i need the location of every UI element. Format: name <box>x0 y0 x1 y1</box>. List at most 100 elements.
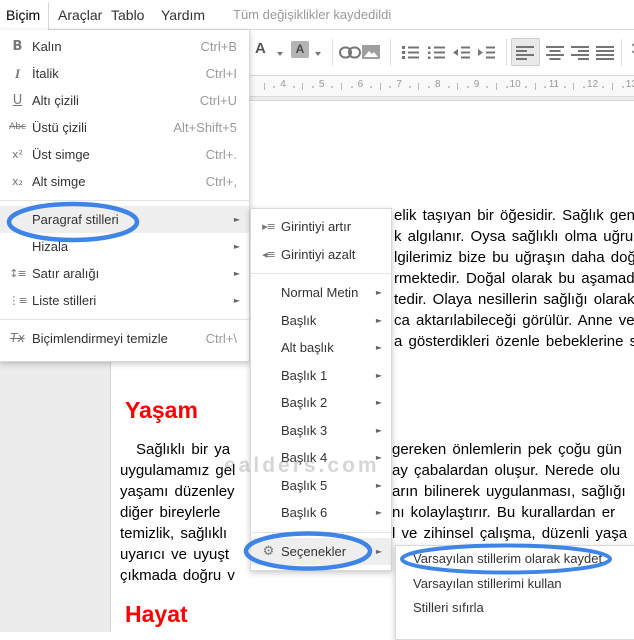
menu-item-i-talik[interactable]: I İtalik Ctrl+I <box>0 60 249 87</box>
document-line: lgilerimiz bize bu uğraşın daha doğru <box>394 249 634 266</box>
menu-item-ba-l-k-6[interactable]: Başlık 6 ► <box>251 499 391 527</box>
highlight-color-button[interactable]: A <box>291 41 309 58</box>
menu-item-ba-l-k-2[interactable]: Başlık 2 ► <box>251 389 391 417</box>
ruler-tick <box>312 86 314 88</box>
menu-yardim[interactable]: Yardım <box>161 0 205 30</box>
menu-separator <box>251 273 391 274</box>
document-line: k algılanır. Oysa sağlıklı olma uğrund <box>394 228 634 245</box>
submenu-arrow-icon: ► <box>375 343 382 352</box>
ruler-number: 11 <box>548 79 560 90</box>
document-line: ay çabalardan oluşur. Nerede olu <box>392 462 621 479</box>
bulleted-list-button[interactable] <box>427 45 445 65</box>
menu-item-hizala[interactable]: Hizala ► <box>0 233 249 260</box>
link-icon <box>339 46 361 59</box>
menu-bicim[interactable]: Biçim <box>6 0 40 30</box>
ruler-tick <box>370 86 373 88</box>
ruler-number: 12 <box>587 79 599 90</box>
menu-item-alt-simge[interactable]: x₂ Alt simge Ctrl+, <box>0 168 249 195</box>
list-styles-icon: ⋮≡ <box>8 294 27 307</box>
bold-icon: B <box>12 39 23 54</box>
menu-separator <box>0 319 249 320</box>
menu-item-label: İtalik <box>32 66 59 81</box>
submenu-arrow-icon: ► <box>375 398 382 407</box>
ruler-tick <box>544 86 547 88</box>
ruler-tick <box>447 86 450 88</box>
justify-icon <box>596 46 614 60</box>
submenu-arrow-icon: ► <box>375 315 382 325</box>
menu-item-normal-metin[interactable]: Normal Metin ► <box>251 279 391 307</box>
menu-item-varsay-lan-stillerimi-kullan[interactable]: Varsayılan stillerimi kullan <box>396 572 634 597</box>
menu-item-st-izili[interactable]: Abc Üstü çizili Alt+Shift+5 <box>0 114 249 141</box>
decrease-indent-button[interactable] <box>452 45 470 65</box>
menu-item-label: Normal Metin <box>281 285 359 300</box>
menu-item-label: Satır aralığı <box>32 266 100 281</box>
menu-item-label: Girintiyi azalt <box>281 246 356 262</box>
ruler-tick <box>505 86 508 88</box>
ruler-tick <box>292 86 295 88</box>
justify-button[interactable] <box>596 45 614 65</box>
menu-item-varsay-lan-stillerim-olarak-kaydet[interactable]: Varsayılan stillerim olarak kaydet <box>396 547 634 572</box>
ruler-tick <box>263 83 265 90</box>
menu-item-bi-imlendirmeyi-temizle[interactable]: Tx Biçimlendirmeyi temizle Ctrl+\ <box>0 325 249 352</box>
submenu-arrow-icon: ► <box>375 453 382 462</box>
underline-icon: U <box>12 93 23 108</box>
document-paragraph-2-right: gereken önlemlerin pek çoğu gün ay çabala… <box>392 439 634 544</box>
menu-item-sat-r-aral[interactable]: ↕≡ Satır aralığı ► <box>0 260 249 287</box>
menu-item-ba-l-k-5[interactable]: Başlık 5 ► <box>251 472 391 500</box>
gear-icon: ⚙ <box>262 543 275 559</box>
document-paragraph-1: elik taşıyan bir öğesidir. Sağlık gene k … <box>394 205 634 352</box>
menu-item-label: Varsayılan stillerim olarak kaydet <box>413 551 603 566</box>
menu-item-kal-n[interactable]: B Kalın Ctrl+B <box>0 33 249 60</box>
align-right-button[interactable] <box>571 45 589 65</box>
ruler-tick <box>524 86 527 88</box>
menu-item-liste-stilleri[interactable]: ⋮≡ Liste stilleri ► <box>0 287 249 314</box>
menu-item-label: Başlık 2 <box>281 395 328 410</box>
line-spacing-button[interactable]: ↕ <box>628 39 634 60</box>
insert-link-button[interactable] <box>339 46 361 64</box>
shortcut-label: Ctrl+B <box>200 39 237 54</box>
numbered-list-button[interactable] <box>401 45 419 65</box>
ruler-tick <box>331 86 334 88</box>
submenu-arrow-icon: ► <box>375 425 382 435</box>
align-right-icon <box>571 46 589 60</box>
menu-item-alt-izili[interactable]: U Altı çizili Ctrl+U <box>0 87 249 114</box>
ruler-tick <box>418 83 420 90</box>
menu-tablo[interactable]: Tablo <box>111 0 144 30</box>
highlight-color-dropdown-icon[interactable] <box>315 52 321 56</box>
menu-item-label: Üst simge <box>32 147 90 162</box>
menu-item-stilleri-s-f-rla[interactable]: Stilleri sıfırla <box>396 596 634 621</box>
menu-item-ba-l-k-3[interactable]: Başlık 3 ► <box>251 417 391 445</box>
document-line: diğer bireylerle <box>120 504 221 521</box>
insert-image-button[interactable] <box>362 45 380 64</box>
align-left-button[interactable] <box>516 45 534 65</box>
menu-item-ba-l-k-4[interactable]: Başlık 4 ► <box>251 444 391 472</box>
menu-item-label: Varsayılan stillerimi kullan <box>413 575 562 591</box>
menu-item-ba-l-k-1[interactable]: Başlık 1 ► <box>251 362 391 390</box>
menu-item-girintiyi-art-r[interactable]: ▸≡ Girintiyi artır <box>251 213 391 241</box>
submenu-arrow-icon: ► <box>233 296 240 305</box>
menu-item-label: Başlık 1 <box>281 367 328 383</box>
menu-item-ba-l-k[interactable]: Başlık ► <box>251 307 391 335</box>
submenu-arrow-icon: ► <box>375 370 382 380</box>
ruler-tick <box>611 83 613 90</box>
save-status: Tüm değişiklikler kaydedildi <box>233 7 392 22</box>
options-submenu: Varsayılan stillerim olarak kaydet Varsay… <box>395 545 634 640</box>
menu-item-paragraf-stilleri[interactable]: Paragraf stilleri ► <box>0 206 249 233</box>
align-center-button[interactable] <box>546 45 564 65</box>
menu-item-st-simge[interactable]: x² Üst simge Ctrl+. <box>0 141 249 168</box>
menu-item-label: Stilleri sıfırla <box>413 600 484 615</box>
text-color-dropdown-icon[interactable] <box>277 52 283 56</box>
submenu-arrow-icon: ► <box>375 508 382 517</box>
text-color-button[interactable]: A <box>255 40 266 57</box>
ruler-tick <box>495 83 497 90</box>
ruler-tick <box>563 86 566 88</box>
submenu-arrow-icon: ► <box>233 242 240 251</box>
menu-item-label: Altı çizili <box>32 93 79 108</box>
increase-indent-icon <box>478 46 495 59</box>
menu-item-alt-ba-l-k[interactable]: Alt başlık ► <box>251 334 391 362</box>
increase-indent-button[interactable] <box>477 45 495 65</box>
menu-item-girintiyi-azalt[interactable]: ◂≡ Girintiyi azalt <box>251 241 391 269</box>
menu-item-se-enekler[interactable]: ⚙ Seçenekler ► <box>251 537 391 565</box>
menu-araclar[interactable]: Araçlar <box>58 0 102 30</box>
ruler-number: 5 <box>318 79 325 90</box>
